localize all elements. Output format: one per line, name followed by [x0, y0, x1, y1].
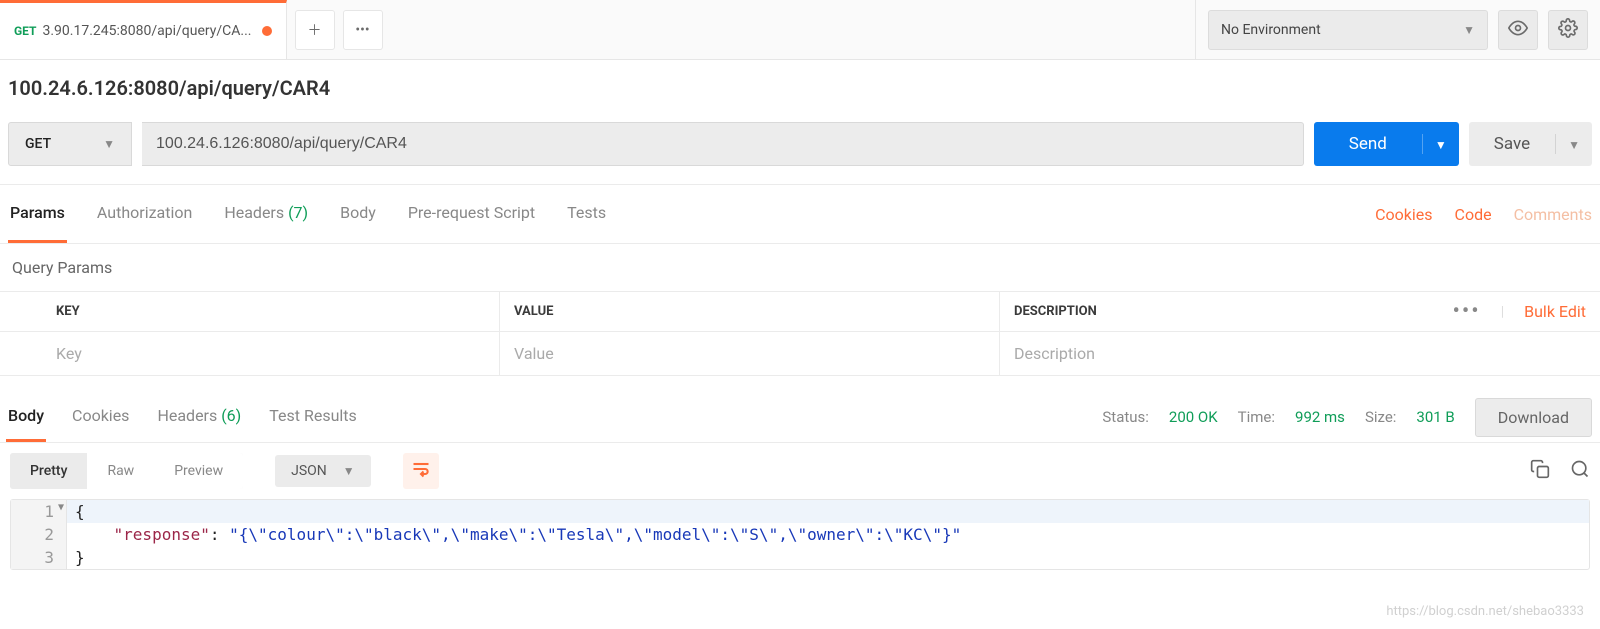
cookies-link[interactable]: Cookies [1375, 205, 1432, 224]
param-value-input[interactable]: Value [500, 332, 1000, 375]
code-text: : [210, 525, 229, 544]
time-value: 992 ms [1295, 408, 1345, 426]
col-value: VALUE [500, 292, 1000, 331]
copy-button[interactable] [1530, 459, 1550, 483]
send-label: Send [1314, 134, 1422, 154]
resp-tab-tests[interactable]: Test Results [267, 392, 359, 442]
resp-headers-count: (6) [221, 406, 241, 425]
tab-method: GET [14, 24, 36, 38]
bulk-edit-link[interactable]: Bulk Edit [1524, 302, 1586, 321]
request-title: 100.24.6.126:8080/api/query/CAR4 [0, 60, 1600, 116]
params-row[interactable]: Key Value Description [0, 331, 1600, 376]
line-number: 2 [11, 523, 67, 546]
fold-icon[interactable]: ▼ [58, 502, 64, 513]
dirty-indicator-icon [262, 26, 272, 36]
tab-params[interactable]: Params [8, 185, 67, 243]
line-number: 3 [11, 546, 67, 569]
col-description: DESCRIPTION [1000, 292, 1438, 331]
save-label: Save [1469, 134, 1555, 154]
code-text: { [75, 502, 85, 521]
time-label: Time: [1238, 408, 1275, 426]
dots-icon: ••• [355, 22, 369, 38]
new-tab-button[interactable]: ＋ [295, 10, 335, 50]
search-button[interactable] [1570, 459, 1590, 483]
chevron-down-icon: ▼ [1435, 138, 1447, 152]
status-label: Status: [1102, 408, 1149, 426]
response-body: 1▼ { 2 "response": "{\"colour\":\"black\"… [10, 499, 1590, 570]
gear-icon [1558, 18, 1578, 42]
wrap-lines-button[interactable] [403, 453, 439, 489]
view-pretty[interactable]: Pretty [10, 453, 87, 489]
code-text: "{\"colour\":\"black\",\"make\":\"Tesla\… [229, 525, 961, 544]
chevron-down-icon: ▼ [1568, 138, 1580, 152]
resp-tab-headers[interactable]: Headers (6) [155, 392, 243, 442]
send-button[interactable]: Send ▼ [1314, 122, 1459, 166]
format-value: JSON [291, 463, 327, 479]
url-input[interactable] [142, 122, 1304, 166]
tab-headers[interactable]: Headers (7) [222, 185, 310, 243]
tab-tests[interactable]: Tests [565, 185, 608, 243]
wrap-icon [411, 459, 431, 483]
tab-title: 3.90.17.245:8080/api/query/CA... [42, 23, 251, 39]
code-text: "response" [114, 525, 210, 544]
method-value: GET [25, 136, 51, 152]
format-select[interactable]: JSON ▼ [275, 455, 371, 487]
headers-count: (7) [288, 203, 308, 222]
tab-prerequest[interactable]: Pre-request Script [406, 185, 537, 243]
environment-select[interactable]: No Environment ▼ [1208, 10, 1488, 50]
resp-headers-label: Headers [157, 406, 217, 425]
param-key-input[interactable]: Key [0, 332, 500, 375]
param-desc-input[interactable]: Description [1000, 332, 1600, 375]
view-mode-segment: Pretty Raw Preview [10, 453, 243, 489]
request-tab[interactable]: GET 3.90.17.245:8080/api/query/CA... [0, 0, 287, 59]
code-link[interactable]: Code [1455, 205, 1492, 224]
query-params-heading: Query Params [0, 244, 1600, 291]
chevron-down-icon: ▼ [1463, 23, 1475, 37]
view-preview[interactable]: Preview [154, 453, 243, 489]
eye-icon [1508, 18, 1528, 42]
col-key: KEY [0, 292, 500, 331]
column-options-button[interactable]: ••• [1452, 299, 1480, 324]
chevron-down-icon: ▼ [103, 137, 115, 151]
settings-button[interactable] [1548, 10, 1588, 50]
download-button[interactable]: Download [1475, 398, 1592, 437]
watermark: https://blog.csdn.net/shebao3333 [1386, 604, 1584, 619]
view-raw[interactable]: Raw [87, 453, 154, 489]
size-label: Size: [1365, 408, 1396, 426]
code-text [75, 525, 114, 544]
comments-link[interactable]: Comments [1514, 205, 1592, 224]
status-value: 200 OK [1169, 408, 1218, 426]
tab-actions-button[interactable]: ••• [343, 10, 383, 50]
environment-preview-button[interactable] [1498, 10, 1538, 50]
tab-body[interactable]: Body [338, 185, 378, 243]
plus-icon: ＋ [308, 20, 322, 40]
size-value: 301 B [1416, 408, 1454, 426]
method-select[interactable]: GET ▼ [8, 122, 132, 166]
environment-label: No Environment [1221, 22, 1321, 38]
code-text: } [75, 548, 85, 567]
chevron-down-icon: ▼ [343, 464, 355, 478]
send-dropdown[interactable]: ▼ [1422, 134, 1459, 154]
save-button[interactable]: Save ▼ [1469, 122, 1592, 166]
tab-headers-label: Headers [224, 203, 284, 222]
resp-tab-body[interactable]: Body [6, 392, 46, 442]
tab-authorization[interactable]: Authorization [95, 185, 194, 243]
params-table-header: KEY VALUE DESCRIPTION ••• | Bulk Edit [0, 291, 1600, 331]
line-number: 1▼ [11, 500, 67, 523]
resp-tab-cookies[interactable]: Cookies [70, 392, 131, 442]
save-dropdown[interactable]: ▼ [1555, 134, 1592, 154]
